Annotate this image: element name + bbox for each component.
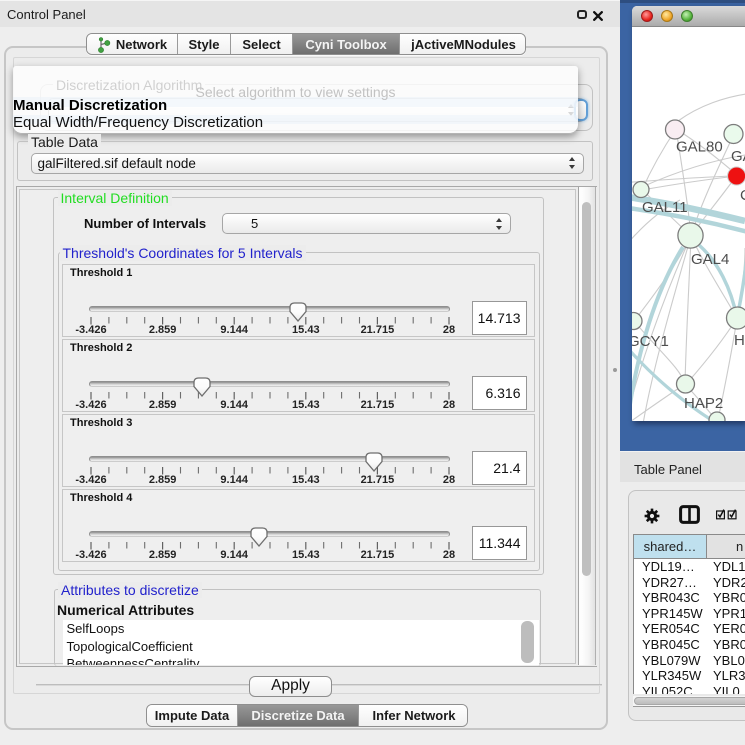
svg-text:HAP2: HAP2 (684, 395, 723, 412)
svg-text:GCY1: GCY1 (632, 333, 669, 350)
svg-text:GAL4: GAL4 (691, 251, 729, 268)
svg-text:GA: GA (731, 148, 745, 165)
svg-text:GAL11: GAL11 (642, 199, 688, 216)
svg-text:GAL80: GAL80 (676, 139, 723, 156)
svg-text:HA: HA (734, 332, 745, 349)
svg-text:C: C (740, 187, 745, 204)
